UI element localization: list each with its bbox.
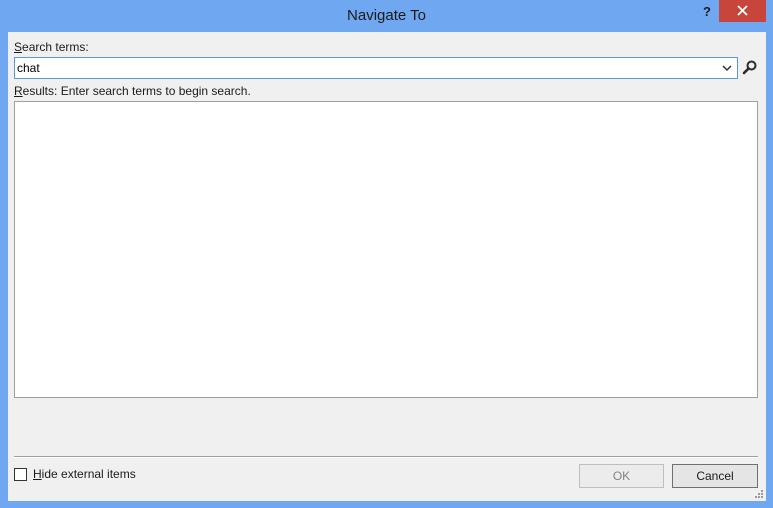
search-input[interactable] — [17, 59, 713, 77]
cancel-button[interactable]: Cancel — [672, 464, 758, 488]
dialog-title: Navigate To — [347, 7, 426, 24]
search-terms-label: Search terms: — [14, 40, 89, 54]
dialog-body: Search terms: Results: Enter search term… — [8, 32, 766, 501]
hide-external-items-label[interactable]: Hide external items — [33, 467, 136, 481]
results-list[interactable] — [14, 101, 758, 398]
search-icon[interactable] — [741, 59, 759, 77]
resize-grip-icon[interactable] — [754, 489, 764, 499]
title-bar[interactable]: Navigate To ? — [0, 0, 773, 32]
navigate-to-dialog: Navigate To ? Search terms: Results: Ent… — [0, 0, 773, 508]
footer-divider — [14, 456, 758, 458]
results-label: Results: Enter search terms to begin sea… — [14, 84, 251, 98]
search-terms-combobox[interactable] — [14, 57, 738, 79]
close-icon — [737, 5, 748, 16]
ok-button[interactable]: OK — [579, 464, 664, 488]
help-button[interactable]: ? — [694, 2, 720, 24]
chevron-down-icon[interactable] — [720, 60, 734, 76]
hide-external-items-checkbox[interactable] — [14, 468, 27, 481]
close-button[interactable] — [719, 0, 766, 22]
